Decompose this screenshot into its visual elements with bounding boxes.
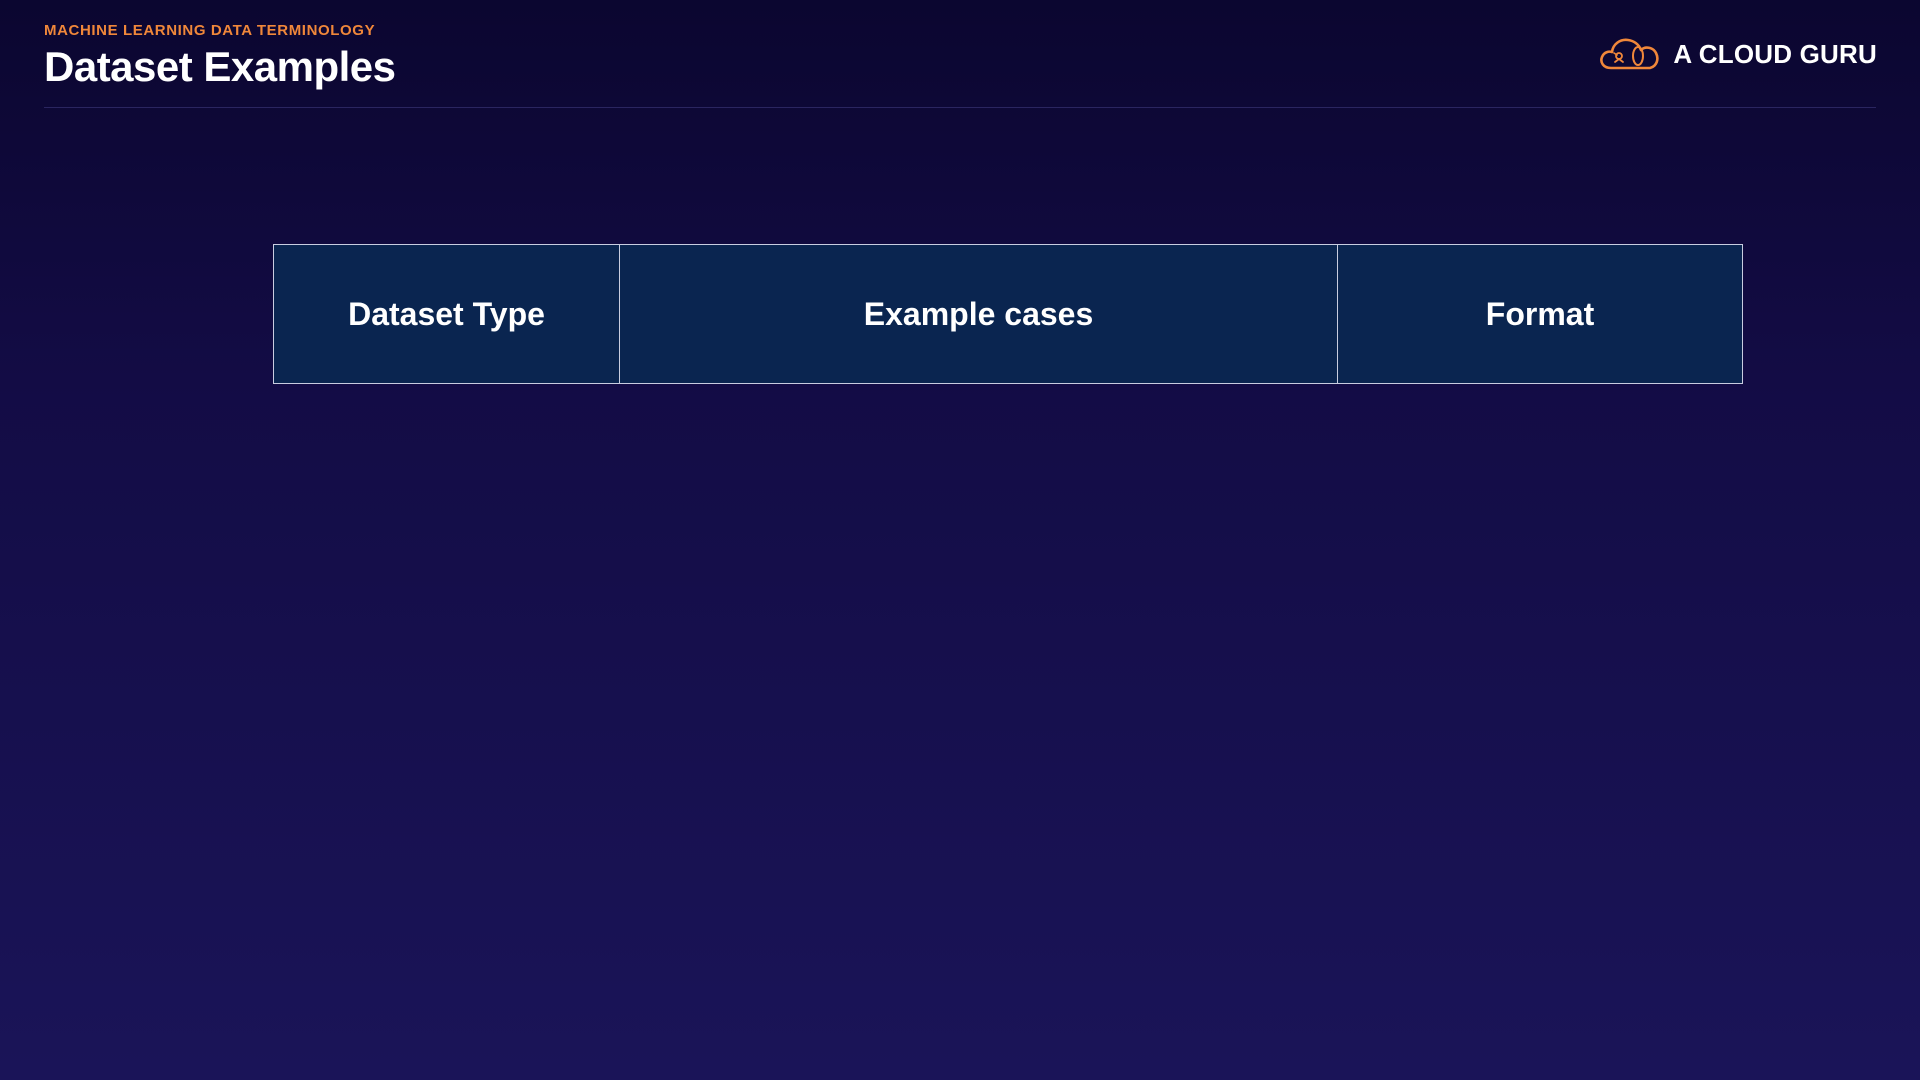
- table-header-row: Dataset Type Example cases Format: [273, 244, 1743, 384]
- cloud-icon: [1600, 38, 1659, 70]
- column-header-example-cases: Example cases: [619, 244, 1338, 384]
- brand-name: A CLOUD GURU: [1673, 38, 1877, 69]
- column-header-dataset-type: Dataset Type: [273, 244, 620, 384]
- column-header-format: Format: [1337, 244, 1743, 384]
- slide-title: Dataset Examples: [44, 43, 396, 90]
- slide-eyebrow: MACHINE LEARNING DATA TERMINOLOGY: [44, 22, 376, 39]
- slide-header: MACHINE LEARNING DATA TERMINOLOGY Datase…: [44, 18, 396, 90]
- dataset-table: Dataset Type Example cases Format: [273, 244, 1743, 384]
- brand-logo-group: A CLOUD GURU: [1597, 34, 1877, 74]
- header-divider: [44, 107, 1876, 108]
